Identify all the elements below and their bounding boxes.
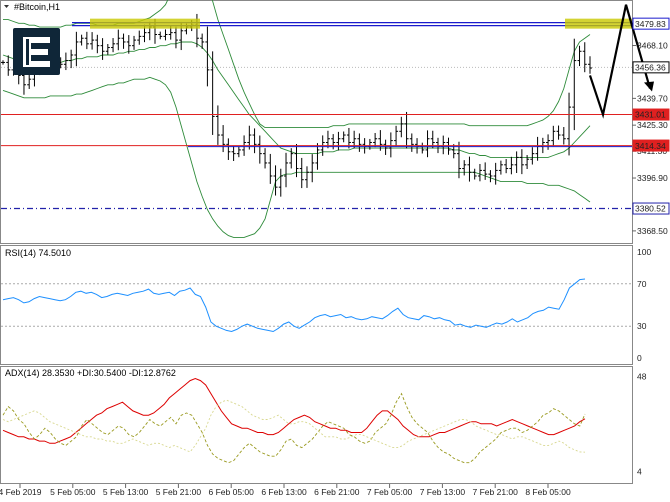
price-level-label: 3431.01	[635, 110, 666, 120]
chart-title: #Bitcoin,H1	[14, 2, 60, 12]
x-tick-label: 4 Feb 2019	[0, 487, 42, 497]
forecast-arrowhead	[644, 81, 654, 92]
y-tick-label: 3439.70	[637, 93, 668, 103]
x-tick-label: 6 Feb 21:00	[314, 487, 360, 497]
rsi-tick-label: 0	[637, 353, 642, 363]
x-tick-label: 5 Feb 05:00	[50, 487, 96, 497]
y-tick-label: 3396.90	[637, 173, 668, 183]
y-tick-label: 3368.50	[637, 226, 668, 236]
rsi-panel-frame	[0, 245, 633, 365]
x-tick-label: 7 Feb 21:00	[473, 487, 519, 497]
x-tick-label: 7 Feb 13:00	[420, 487, 466, 497]
adx-tick-label: 48	[637, 371, 647, 381]
price-level-label: 3414.34	[635, 141, 666, 151]
brand-logo	[13, 28, 60, 75]
y-tick-label: 3425.30	[637, 120, 668, 130]
rsi-tick-label: 70	[637, 279, 647, 289]
price-level-label: 3479.83	[635, 19, 666, 29]
x-tick-label: 5 Feb 13:00	[103, 487, 149, 497]
trading-chart: 3468.103439.703425.303411.303396.903368.…	[0, 0, 670, 502]
resistance-highlight-left	[90, 18, 200, 29]
x-tick-label: 7 Feb 05:00	[367, 487, 413, 497]
rsi-tick-label: 100	[637, 247, 651, 257]
x-tick-label: 6 Feb 05:00	[209, 487, 255, 497]
adx-label: ADX(14) 28.3530 +DI:30.5400 -DI:12.8762	[5, 368, 176, 378]
rsi-tick-label: 30	[637, 321, 647, 331]
y-tick-label: 3468.10	[637, 40, 668, 50]
x-tick-label: 5 Feb 21:00	[156, 487, 202, 497]
adx-tick-label: 4	[637, 466, 642, 476]
price-level-label: 3380.52	[635, 204, 666, 214]
x-tick-label: 6 Feb 13:00	[261, 487, 307, 497]
adx-panel-frame	[0, 366, 633, 484]
price-level-label: 3456.36	[635, 63, 666, 73]
rsi-label: RSI(14) 74.5010	[5, 248, 71, 258]
x-tick-label: 8 Feb 05:00	[525, 487, 571, 497]
